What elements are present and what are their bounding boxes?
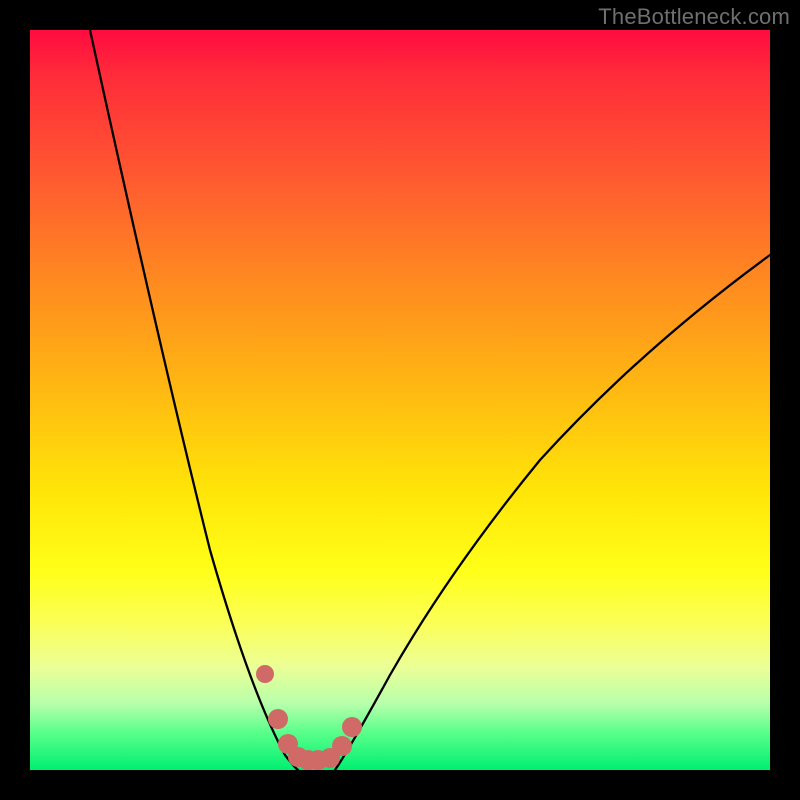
curve-right-branch — [335, 255, 770, 770]
curve-left-branch — [90, 30, 298, 770]
chart-frame: TheBottleneck.com — [0, 0, 800, 800]
plot-area — [30, 30, 770, 770]
watermark-text: TheBottleneck.com — [598, 4, 790, 30]
valley-dot-cluster — [256, 665, 362, 770]
curve-layer — [30, 30, 770, 770]
